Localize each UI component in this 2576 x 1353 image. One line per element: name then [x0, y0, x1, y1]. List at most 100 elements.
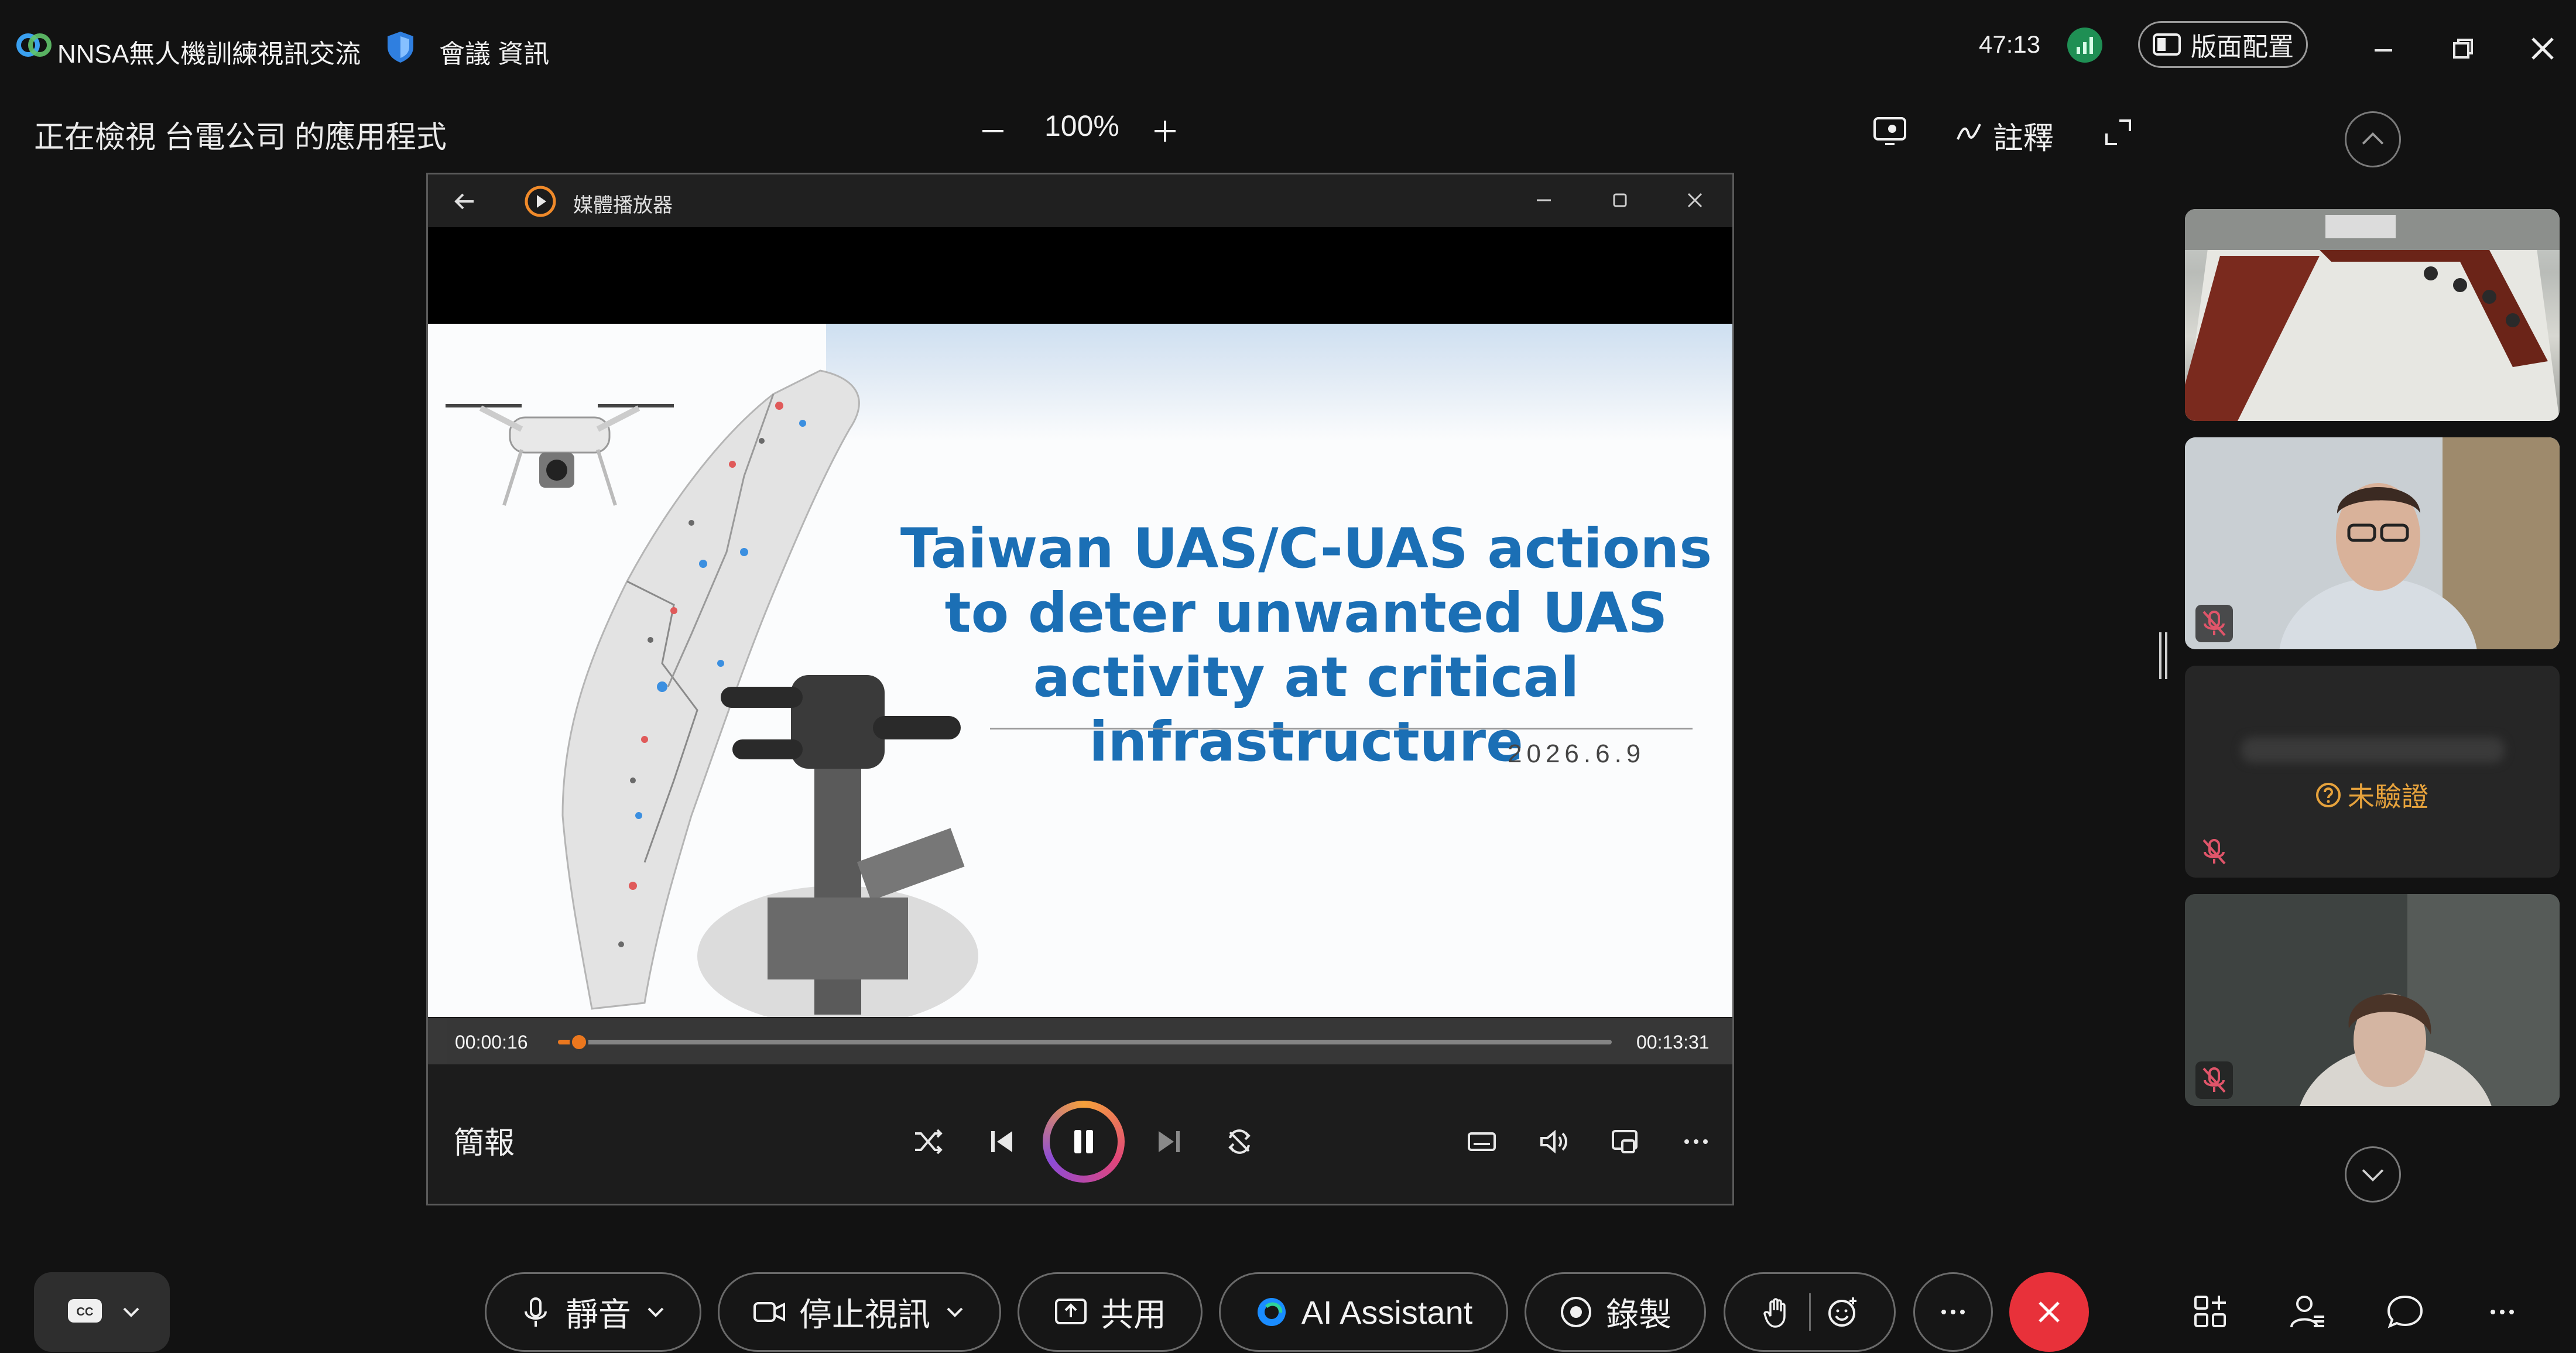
- more-panels-icon[interactable]: [2481, 1291, 2523, 1333]
- player-minimize-icon[interactable]: [1531, 187, 1557, 213]
- share-upload-icon: [1054, 1295, 1088, 1329]
- presentation-slide: Taiwan UAS/C-UAS actions to deter unwant…: [428, 324, 1732, 1017]
- slide-skyline-image: [826, 324, 1732, 441]
- apps-icon[interactable]: [2190, 1291, 2232, 1333]
- reactions-divider: [1808, 1293, 1811, 1331]
- seek-handle[interactable]: [570, 1033, 588, 1051]
- repeat-icon[interactable]: [1222, 1124, 1257, 1159]
- player-close-icon[interactable]: [1682, 187, 1708, 213]
- record-label: 錄製: [1606, 1296, 1671, 1333]
- chevron-down-icon[interactable]: [943, 1300, 967, 1324]
- total-duration: 00:13:31: [1636, 1032, 1710, 1053]
- scroll-down-button[interactable]: [2345, 1146, 2401, 1203]
- conference-room-video: [2185, 209, 2560, 421]
- participants-icon[interactable]: [2287, 1291, 2329, 1333]
- elapsed-time: 00:00:16: [455, 1032, 528, 1053]
- seek-slider[interactable]: [558, 1033, 1612, 1051]
- muted-mic-icon: [2195, 1061, 2233, 1099]
- more-meeting-options-button[interactable]: [1913, 1272, 1993, 1352]
- meeting-title: NNSA無人機訓練視訊交流: [57, 40, 361, 68]
- layout-button-label: 版面配置: [2191, 33, 2294, 61]
- viewing-status: 正在檢視 台電公司 的應用程式: [34, 121, 447, 155]
- share-screen-control-icon[interactable]: [1871, 115, 1909, 148]
- participant-video: [2185, 437, 2560, 649]
- question-circle-icon: [2315, 782, 2342, 809]
- scroll-up-button[interactable]: [2345, 111, 2401, 167]
- restore-icon[interactable]: [2443, 28, 2483, 69]
- media-controls: 簡報: [428, 1064, 1732, 1204]
- unverified-label: 未驗證: [2348, 782, 2428, 812]
- meeting-timer: 47:13: [1979, 30, 2041, 58]
- shield-icon[interactable]: [384, 29, 417, 64]
- raise-hand-icon[interactable]: [1760, 1295, 1794, 1329]
- chevron-down-icon[interactable]: [644, 1300, 667, 1324]
- media-player-titlebar: 媒體播放器: [428, 174, 1732, 227]
- media-player-window: 媒體播放器 Taiwan UAS/C-UAS actions to deter …: [426, 173, 1734, 1205]
- share-button[interactable]: 共用: [1018, 1272, 1203, 1352]
- muted-mic-icon: [2195, 605, 2233, 642]
- video-area[interactable]: Taiwan UAS/C-UAS actions to deter unwant…: [428, 227, 1732, 1064]
- title-bar: NNSA無人機訓練視訊交流 會議 資訊 47:13 版面配置: [0, 0, 2576, 100]
- webex-logo-icon: [16, 30, 52, 60]
- previous-track-icon[interactable]: [984, 1124, 1019, 1159]
- unverified-status: 未驗證: [2315, 776, 2428, 814]
- participant-tile-unverified[interactable]: 未驗證: [2185, 666, 2560, 878]
- annotate-icon[interactable]: [1953, 116, 1985, 148]
- panel-resize-handle[interactable]: [2159, 632, 2169, 679]
- video-camera-icon: [752, 1295, 786, 1329]
- media-player-logo-icon: [524, 185, 557, 218]
- next-track-icon[interactable]: [1152, 1124, 1187, 1159]
- pause-button[interactable]: [1043, 1101, 1125, 1183]
- close-window-icon[interactable]: [2522, 28, 2563, 69]
- seek-bar-row: 00:00:16 00:13:31: [428, 1018, 1732, 1064]
- chat-icon[interactable]: [2384, 1291, 2426, 1333]
- zoom-out-icon[interactable]: [977, 115, 1009, 148]
- record-icon: [1559, 1295, 1593, 1329]
- annotate-button[interactable]: 註釋: [1993, 114, 2054, 157]
- end-meeting-button[interactable]: [2009, 1272, 2089, 1352]
- participant-tile-room[interactable]: [2185, 209, 2560, 421]
- layout-button[interactable]: 版面配置: [2138, 21, 2308, 68]
- record-button[interactable]: 錄製: [1525, 1272, 1706, 1352]
- reactions-button[interactable]: [1724, 1272, 1896, 1352]
- pause-icon: [1050, 1108, 1118, 1176]
- zoom-level: 100%: [1044, 109, 1119, 142]
- slide-title: Taiwan UAS/C-UAS actions to deter unwant…: [900, 517, 1712, 774]
- mute-label: 靜音: [566, 1296, 631, 1333]
- participant-tile-4[interactable]: [2185, 894, 2560, 1106]
- share-label: 共用: [1101, 1296, 1166, 1333]
- stop-video-button[interactable]: 停止視訊: [718, 1272, 1001, 1352]
- ai-assistant-icon: [1255, 1295, 1289, 1329]
- now-playing-title: 簡報: [454, 1126, 515, 1160]
- mini-player-icon[interactable]: [1607, 1124, 1642, 1159]
- more-options-icon[interactable]: [1678, 1124, 1714, 1159]
- ellipsis-icon: [1935, 1294, 1971, 1330]
- minimize-icon[interactable]: [2363, 28, 2404, 69]
- meeting-info-link[interactable]: 會議 資訊: [439, 33, 549, 70]
- participant-video: [2185, 894, 2560, 1106]
- player-maximize-icon[interactable]: [1607, 187, 1633, 213]
- shuffle-icon[interactable]: [910, 1124, 946, 1159]
- muted-mic-icon: [2195, 833, 2233, 871]
- close-icon: [2032, 1294, 2067, 1330]
- zoom-in-icon[interactable]: [1149, 115, 1181, 148]
- svg-text:CC: CC: [77, 1306, 94, 1318]
- blurred-participant-name: [2241, 737, 2505, 763]
- ai-assistant-button[interactable]: AI Assistant: [1219, 1272, 1508, 1352]
- layout-icon: [2152, 33, 2181, 56]
- media-player-title: 媒體播放器: [573, 194, 673, 217]
- closed-captions-icon: CC: [66, 1294, 104, 1327]
- chevron-down-icon: [119, 1300, 143, 1324]
- network-health-icon[interactable]: [2067, 27, 2103, 63]
- mute-button[interactable]: 靜音: [485, 1272, 701, 1352]
- participant-tile-2[interactable]: [2185, 437, 2560, 649]
- microphone-icon: [519, 1295, 553, 1329]
- back-arrow-icon[interactable]: [451, 189, 477, 214]
- subtitles-icon[interactable]: [1464, 1124, 1499, 1159]
- stop-video-label: 停止視訊: [799, 1296, 930, 1333]
- captions-button[interactable]: CC: [34, 1272, 170, 1352]
- add-reaction-icon[interactable]: [1826, 1295, 1860, 1329]
- volume-icon[interactable]: [1536, 1124, 1571, 1159]
- fullscreen-icon[interactable]: [2102, 116, 2135, 149]
- ai-assistant-label: AI Assistant: [1301, 1293, 1473, 1331]
